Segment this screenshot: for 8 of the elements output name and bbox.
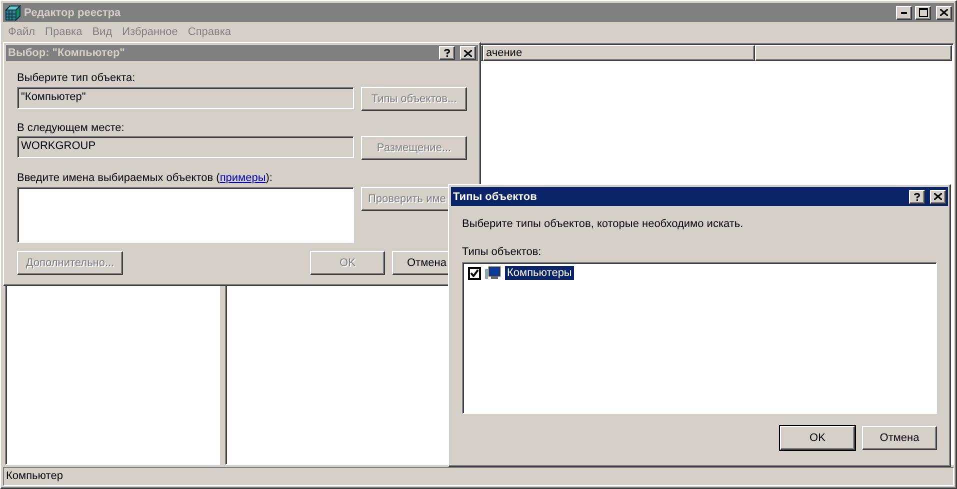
- field-label: ):: [266, 172, 272, 184]
- field-label: Введите имена выбираемых объектов (: [17, 172, 220, 184]
- dialog-title: Выбор: "Компьютер": [8, 47, 126, 59]
- window-title: Редактор реестра: [24, 6, 122, 18]
- field-label: Выберите тип объекта:: [17, 72, 136, 84]
- description-text: Выберите типы объектов, которые необходимо искать.: [462, 218, 744, 230]
- status-bar: Компьютер: [3, 467, 954, 486]
- field-label: В следующем месте:: [17, 122, 126, 134]
